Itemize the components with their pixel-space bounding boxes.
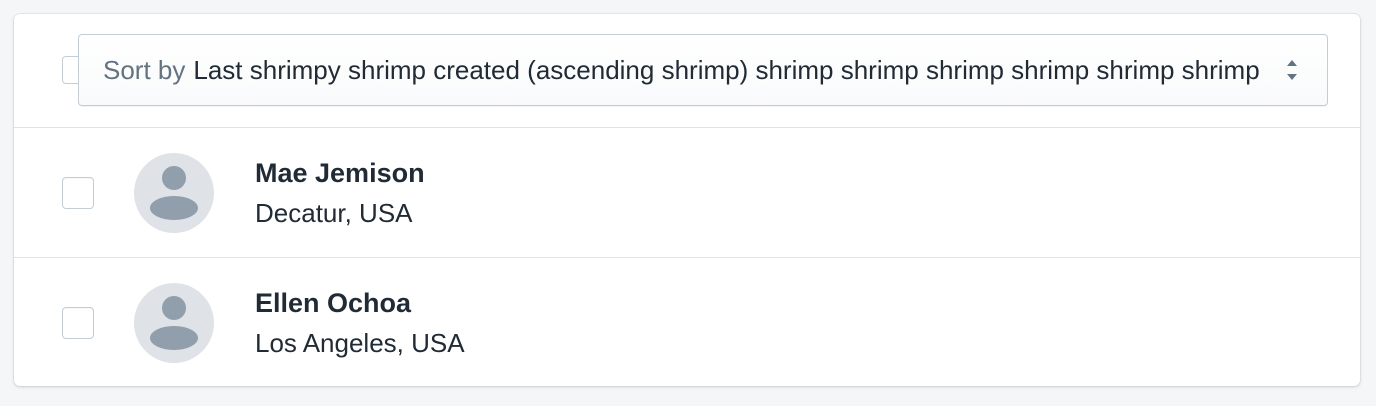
item-location: Decatur, USA — [255, 198, 413, 228]
list-item[interactable]: Ellen Ochoa Los Angeles, USA — [14, 258, 1360, 387]
select-arrows-icon — [1285, 57, 1299, 83]
item-info: Ellen Ochoa Los Angeles, USA — [255, 286, 465, 360]
item-checkbox[interactable] — [62, 176, 94, 209]
item-location: Los Angeles, USA — [255, 328, 465, 358]
resource-list-header: Sort by Last shrimpy shrimp created (asc… — [14, 14, 1360, 128]
sort-selected-value: Last shrimpy shrimp created (ascending s… — [193, 54, 1260, 85]
sort-label: Sort by — [103, 54, 186, 85]
person-icon — [150, 295, 198, 350]
avatar — [134, 152, 214, 233]
avatar — [134, 282, 214, 363]
person-icon — [150, 165, 198, 220]
item-info: Mae Jemison Decatur, USA — [255, 156, 425, 230]
item-checkbox[interactable] — [62, 306, 94, 339]
resource-list-card: Sort by Last shrimpy shrimp created (asc… — [14, 14, 1360, 386]
item-name: Mae Jemison — [255, 158, 425, 188]
list-item[interactable]: Mae Jemison Decatur, USA — [14, 128, 1360, 258]
sort-select[interactable]: Sort by Last shrimpy shrimp created (asc… — [78, 34, 1328, 106]
item-name: Ellen Ochoa — [255, 288, 412, 318]
